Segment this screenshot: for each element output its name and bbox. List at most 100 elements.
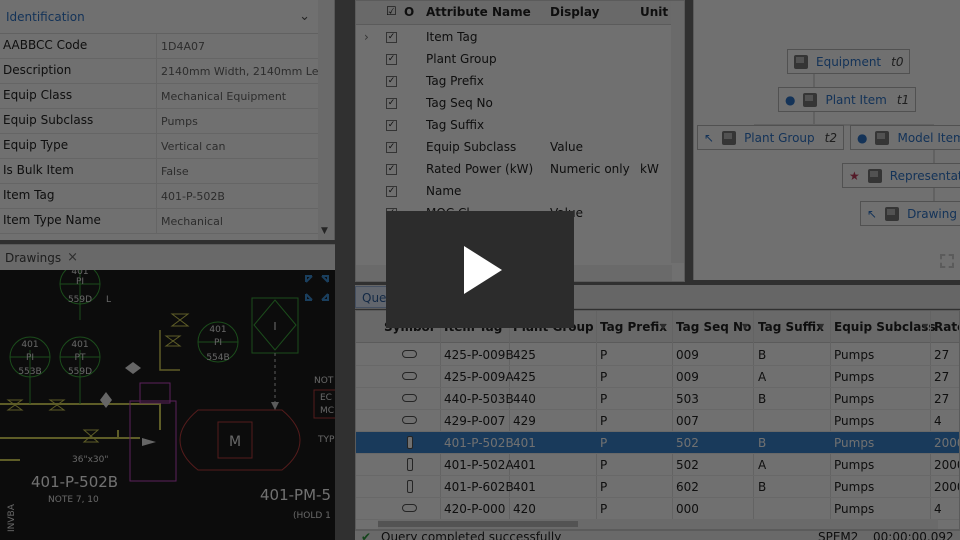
property-value[interactable]: Vertical can	[157, 134, 318, 158]
scroll-down-arrow-icon[interactable]: ▼	[321, 226, 328, 236]
horizontal-pump-symbol-icon	[402, 504, 417, 512]
attribute-name: Tag Prefix	[426, 74, 484, 88]
column-header-equip-subclass[interactable]: Equip Subclass	[834, 320, 936, 334]
close-icon[interactable]: ×	[67, 250, 78, 265]
property-row[interactable]: Equip Class Mechanical Equipment	[0, 84, 318, 109]
instrument-bubble[interactable]: 401 PT 559D	[59, 336, 101, 378]
section-header[interactable]: Identification ⌄	[0, 0, 334, 34]
diagram-node-representation[interactable]: ★ Representatio	[842, 163, 960, 188]
row-checkbox[interactable]: ✓	[386, 120, 397, 131]
attribute-vertical-scrollbar[interactable]	[671, 1, 684, 263]
row-checkbox[interactable]: ✓	[386, 98, 397, 109]
node-label: Drawing	[907, 206, 957, 221]
row-checkbox[interactable]: ✓	[386, 142, 397, 153]
pump-symbol[interactable]	[100, 362, 177, 482]
cell-item-tag: 401-P-502A	[444, 458, 514, 472]
chevron-down-icon[interactable]: ⌄	[299, 9, 310, 24]
drawings-tab-label[interactable]: Drawings	[5, 251, 61, 265]
properties-scrollbar[interactable]: ▼	[318, 0, 334, 240]
property-key: Item Type Name	[0, 209, 157, 233]
attribute-row[interactable]: ✓ Equip Subclass Value	[356, 137, 678, 159]
column-header-display[interactable]: Display	[550, 5, 599, 19]
property-value[interactable]: 401-P-502B	[157, 184, 318, 208]
property-row[interactable]: Item Tag 401-P-502B	[0, 184, 318, 209]
filter-arrow-icon[interactable]: ▼	[818, 322, 824, 331]
attribute-row[interactable]: › ✓ Item Tag	[356, 27, 678, 49]
attribute-display[interactable]: Value	[550, 140, 583, 154]
table-row[interactable]: 401-P-602B401 P 602 B Pumps 2000	[356, 476, 959, 498]
property-row[interactable]: AABBCC Code 1D4A07	[0, 34, 318, 59]
column-header-tag-seq-no[interactable]: Tag Seq No	[676, 320, 751, 334]
column-header-o[interactable]: O	[404, 5, 414, 19]
attribute-row[interactable]: ✓ Tag Prefix	[356, 71, 678, 93]
row-checkbox[interactable]: ✓	[386, 54, 397, 65]
row-checkbox[interactable]: ✓	[386, 164, 397, 175]
table-row[interactable]: 440-P-503B 440 P 503 B Pumps 27	[356, 388, 959, 410]
diagram-node-model-item[interactable]: ● Model Item	[850, 125, 960, 150]
property-value[interactable]: 1D4A07	[157, 34, 318, 58]
filter-arrow-icon[interactable]: ▼	[660, 322, 666, 331]
table-row[interactable]: 425-P-009A 425 P 009 A Pumps 27	[356, 366, 959, 388]
cell-item-tag: 429-P-007	[444, 414, 506, 428]
column-header-tag-prefix[interactable]: Tag Prefix	[600, 320, 667, 334]
pid-drawing-canvas[interactable]: 401 PI 559D L 401 PI 553B 401 PT 559D 40…	[0, 270, 335, 540]
table-row[interactable]: 425-P-009B 425 P 009 B Pumps 27	[356, 344, 959, 366]
diagram-node-plant-item[interactable]: ● Plant Item t1	[778, 87, 917, 112]
property-row[interactable]: Description 2140mm Width, 2140mm Len	[0, 59, 318, 84]
node-tag: t0	[891, 54, 904, 69]
property-value[interactable]: Pumps	[157, 109, 318, 133]
property-value[interactable]: Mechanical	[157, 209, 318, 233]
table-row-selected[interactable]: 401-P-502B401 P 502 B Pumps 2000	[356, 432, 959, 454]
column-header-attribute-name[interactable]: Attribute Name	[426, 5, 531, 19]
instrument-bubble[interactable]: 401 PI 553B	[9, 336, 51, 378]
instrument-bubble[interactable]: 401 PI 554B	[197, 321, 239, 363]
table-row[interactable]: 429-P-007 429 P 007 Pumps 4	[356, 410, 959, 432]
motor-label: M	[229, 434, 241, 450]
diagram-node-plant-group[interactable]: ↖ Plant Group t2	[697, 125, 844, 150]
line-label: L	[106, 295, 111, 305]
attribute-row[interactable]: ✓ Tag Suffix	[356, 115, 678, 137]
instrument-bubble[interactable]: 401 PI 559D L	[59, 270, 111, 305]
column-header-unit[interactable]: Unit	[640, 5, 668, 19]
property-row[interactable]: Equip Subclass Pumps	[0, 109, 318, 134]
attribute-row[interactable]: ✓ Rated Power (kW) Numeric only kW	[356, 159, 678, 181]
node-label: Representatio	[889, 168, 960, 183]
property-value[interactable]: Mechanical Equipment	[157, 84, 318, 108]
row-checkbox[interactable]: ✓	[386, 76, 397, 87]
attribute-row[interactable]: ✓ Plant Group	[356, 49, 678, 71]
filter-arrow-icon[interactable]: ▼	[922, 322, 928, 331]
table-row[interactable]: 420-P-000 420 P 000 Pumps 4	[356, 498, 959, 520]
attribute-row[interactable]: ✓ Name	[356, 181, 678, 203]
status-bar: ✔ Query completed successfully SPEM2 00:…	[355, 530, 960, 540]
motor-symbol[interactable]: M	[179, 409, 301, 471]
property-row[interactable]: Equip Type Vertical can	[0, 134, 318, 159]
property-row[interactable]: Is Bulk Item False	[0, 159, 318, 184]
bubble-type: PT	[75, 353, 86, 363]
row-checkbox[interactable]: ✓	[386, 186, 397, 197]
node-label: Equipment	[816, 54, 882, 69]
play-button[interactable]	[386, 211, 574, 328]
instrument-box[interactable]: I	[251, 297, 299, 410]
diagram-node-equipment[interactable]: Equipment t0	[787, 49, 911, 74]
cell-tag-suffix: A	[758, 458, 767, 472]
table-row[interactable]: 401-P-502A401 P 502 A Pumps 2000	[356, 454, 959, 476]
property-value[interactable]: 2140mm Width, 2140mm Len	[157, 59, 318, 83]
column-header-rated[interactable]: Rated	[934, 320, 959, 334]
row-checkbox[interactable]: ✓	[386, 32, 397, 43]
row-expander-icon[interactable]: ›	[364, 30, 369, 44]
expand-icon[interactable]	[305, 275, 329, 301]
property-row[interactable]: Item Type Name Mechanical	[0, 209, 318, 234]
pid-drawing: 401 PI 559D L 401 PI 553B 401 PT 559D 40…	[0, 270, 335, 532]
column-header-tag-suffix[interactable]: Tag Suffix	[758, 320, 824, 334]
filter-arrow-icon[interactable]: ▼	[742, 322, 748, 331]
attribute-unit[interactable]: kW	[640, 162, 659, 176]
fit-view-icon[interactable]	[940, 254, 954, 268]
diagram-node-drawing[interactable]: ↖ Drawing	[860, 201, 960, 226]
scrollbar-thumb[interactable]	[378, 521, 578, 527]
attribute-row[interactable]: ✓ Tag Seq No	[356, 93, 678, 115]
attribute-display[interactable]: Numeric only	[550, 162, 630, 176]
select-all-checkbox[interactable]: ☑	[386, 4, 397, 18]
drawings-tab-header[interactable]: Drawings ×	[0, 244, 335, 270]
property-value[interactable]: False	[157, 159, 318, 183]
results-horizontal-scrollbar[interactable]	[378, 519, 938, 529]
